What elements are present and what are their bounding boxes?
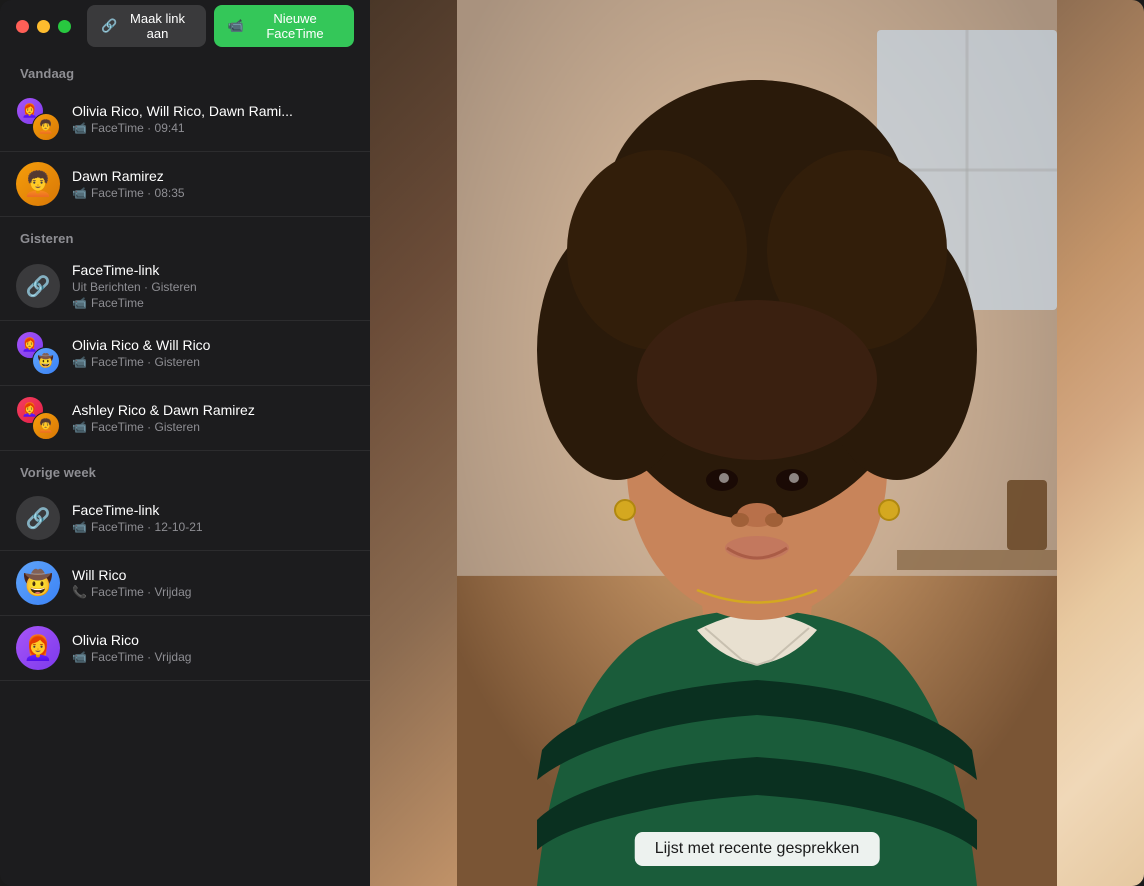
video-panel: Lijst met recente gesprekken bbox=[370, 0, 1144, 886]
new-facetime-label: Nieuwe FaceTime bbox=[250, 11, 340, 41]
ashley-dawn-detail: 📹 FaceTime · Gisteren bbox=[72, 420, 354, 434]
olivia-detail-text: FaceTime · Vrijdag bbox=[91, 650, 191, 664]
olivia-cam-icon: 📹 bbox=[72, 650, 87, 664]
will-name: Will Rico bbox=[72, 567, 354, 583]
avatar-dawn-3: 🧑‍🦱 bbox=[32, 412, 60, 440]
ow-cam-icon: 📹 bbox=[72, 355, 87, 369]
dawn-cam-icon: 📹 bbox=[72, 186, 87, 200]
link-detail-text-1b: FaceTime bbox=[91, 296, 144, 310]
olivia-will-detail: 📹 FaceTime · Gisteren bbox=[72, 355, 354, 369]
call-info-group-1: Olivia Rico, Will Rico, Dawn Rami... 📹 F… bbox=[72, 103, 354, 135]
sidebar: 🔗 Maak link aan 📹 Nieuwe FaceTime Vandaa… bbox=[0, 0, 370, 886]
call-item-link-1[interactable]: 🔗 FaceTime-link Uit Berichten · Gisteren… bbox=[0, 252, 370, 321]
link-cam-icon: 📹 bbox=[72, 296, 87, 310]
call-item-dawn[interactable]: 🧑‍🦱 Dawn Ramirez 📹 FaceTime · 08:35 bbox=[0, 152, 370, 217]
call-name: Olivia Rico, Will Rico, Dawn Rami... bbox=[72, 103, 354, 119]
video-background bbox=[370, 0, 1144, 886]
titlebar: 🔗 Maak link aan 📹 Nieuwe FaceTime bbox=[0, 0, 370, 52]
traffic-lights bbox=[16, 20, 71, 33]
avatar-group-3: 👩‍🦰 🧑‍🦱 bbox=[16, 396, 60, 440]
call-item-group-1[interactable]: 👩‍🦰 🧑‍🦱 Olivia Rico, Will Rico, Dawn Ram… bbox=[0, 87, 370, 152]
avatar-dawn-small: 🧑‍🦱 bbox=[32, 113, 60, 141]
link-detail-text-1: Uit Berichten · Gisteren bbox=[72, 280, 197, 294]
dawn-detail: 📹 FaceTime · 08:35 bbox=[72, 186, 354, 200]
call-info-olivia: Olivia Rico 📹 FaceTime · Vrijdag bbox=[72, 632, 354, 664]
minimize-button[interactable] bbox=[37, 20, 50, 33]
dawn-emoji: 🧑‍🦱 bbox=[23, 170, 53, 199]
call-info-olivia-will: Olivia Rico & Will Rico 📹 FaceTime · Gis… bbox=[72, 337, 354, 369]
link-icon: 🔗 bbox=[101, 18, 117, 34]
olivia-emoji: 👩‍🦰 bbox=[23, 634, 53, 663]
section-label-gisteren: Gisteren bbox=[0, 217, 370, 252]
link-name-2: FaceTime-link bbox=[72, 502, 354, 518]
link-name-1: FaceTime-link bbox=[72, 262, 354, 278]
make-link-button[interactable]: 🔗 Maak link aan bbox=[87, 5, 206, 47]
ad-cam-icon: 📹 bbox=[72, 420, 87, 434]
toolbar-buttons: 🔗 Maak link aan 📹 Nieuwe FaceTime bbox=[87, 5, 354, 47]
link-avatar-1: 🔗 bbox=[16, 264, 60, 308]
bottom-caption: Lijst met recente gesprekken bbox=[635, 832, 880, 866]
olivia-will-name: Olivia Rico & Will Rico bbox=[72, 337, 354, 353]
link-avatar-2: 🔗 bbox=[16, 496, 60, 540]
zoom-button[interactable] bbox=[58, 20, 71, 33]
olivia-will-detail-text: FaceTime · Gisteren bbox=[91, 355, 200, 369]
call-detail: 📹 FaceTime · 09:41 bbox=[72, 121, 354, 135]
call-info-dawn: Dawn Ramirez 📹 FaceTime · 08:35 bbox=[72, 168, 354, 200]
app-window: 🔗 Maak link aan 📹 Nieuwe FaceTime Vandaa… bbox=[0, 0, 1144, 886]
will-detail-text: FaceTime · Vrijdag bbox=[91, 585, 191, 599]
dawn-detail-text: FaceTime · 08:35 bbox=[91, 186, 185, 200]
will-phone-icon: 📞 bbox=[72, 585, 87, 599]
call-item-ashley-dawn[interactable]: 👩‍🦰 🧑‍🦱 Ashley Rico & Dawn Ramirez 📹 Fac… bbox=[0, 386, 370, 451]
call-info-link-1: FaceTime-link Uit Berichten · Gisteren 📹… bbox=[72, 262, 354, 310]
avatar-will-solo: 🤠 bbox=[16, 561, 60, 605]
avatar-olivia-solo: 👩‍🦰 bbox=[16, 626, 60, 670]
video-icon: 📹 bbox=[228, 18, 244, 34]
person-video bbox=[370, 0, 1144, 886]
will-emoji: 🤠 bbox=[23, 569, 53, 598]
ashley-dawn-name: Ashley Rico & Dawn Ramirez bbox=[72, 402, 354, 418]
call-item-olivia-will[interactable]: 👩‍🦰 🤠 Olivia Rico & Will Rico 📹 FaceTime… bbox=[0, 321, 370, 386]
new-facetime-button[interactable]: 📹 Nieuwe FaceTime bbox=[214, 5, 354, 47]
ashley-dawn-detail-text: FaceTime · Gisteren bbox=[91, 420, 200, 434]
call-info-will: Will Rico 📞 FaceTime · Vrijdag bbox=[72, 567, 354, 599]
avatar-dawn: 🧑‍🦱 bbox=[16, 162, 60, 206]
close-button[interactable] bbox=[16, 20, 29, 33]
olivia-detail: 📹 FaceTime · Vrijdag bbox=[72, 650, 354, 664]
link-detail-1b: 📹 FaceTime bbox=[72, 296, 354, 310]
call-detail-text: FaceTime · 09:41 bbox=[91, 121, 185, 135]
avatar-group-2: 👩‍🦰 🤠 bbox=[16, 331, 60, 375]
olivia-name: Olivia Rico bbox=[72, 632, 354, 648]
call-item-olivia[interactable]: 👩‍🦰 Olivia Rico 📹 FaceTime · Vrijdag bbox=[0, 616, 370, 681]
section-label-vandaag: Vandaag bbox=[0, 52, 370, 87]
section-label-vorige: Vorige week bbox=[0, 451, 370, 486]
link-cam-icon-2: 📹 bbox=[72, 520, 87, 534]
call-info-ashley-dawn: Ashley Rico & Dawn Ramirez 📹 FaceTime · … bbox=[72, 402, 354, 434]
call-item-link-2[interactable]: 🔗 FaceTime-link 📹 FaceTime · 12-10-21 bbox=[0, 486, 370, 551]
dawn-name: Dawn Ramirez bbox=[72, 168, 354, 184]
will-detail: 📞 FaceTime · Vrijdag bbox=[72, 585, 354, 599]
avatar-will: 🤠 bbox=[32, 347, 60, 375]
avatar-group-1: 👩‍🦰 🧑‍🦱 bbox=[16, 97, 60, 141]
link-detail-text-2: FaceTime · 12-10-21 bbox=[91, 520, 203, 534]
cam-icon: 📹 bbox=[72, 121, 87, 135]
call-item-will[interactable]: 🤠 Will Rico 📞 FaceTime · Vrijdag bbox=[0, 551, 370, 616]
link-detail-2: 📹 FaceTime · 12-10-21 bbox=[72, 520, 354, 534]
call-info-link-2: FaceTime-link 📹 FaceTime · 12-10-21 bbox=[72, 502, 354, 534]
make-link-label: Maak link aan bbox=[123, 11, 192, 41]
link-detail-1: Uit Berichten · Gisteren bbox=[72, 280, 354, 294]
